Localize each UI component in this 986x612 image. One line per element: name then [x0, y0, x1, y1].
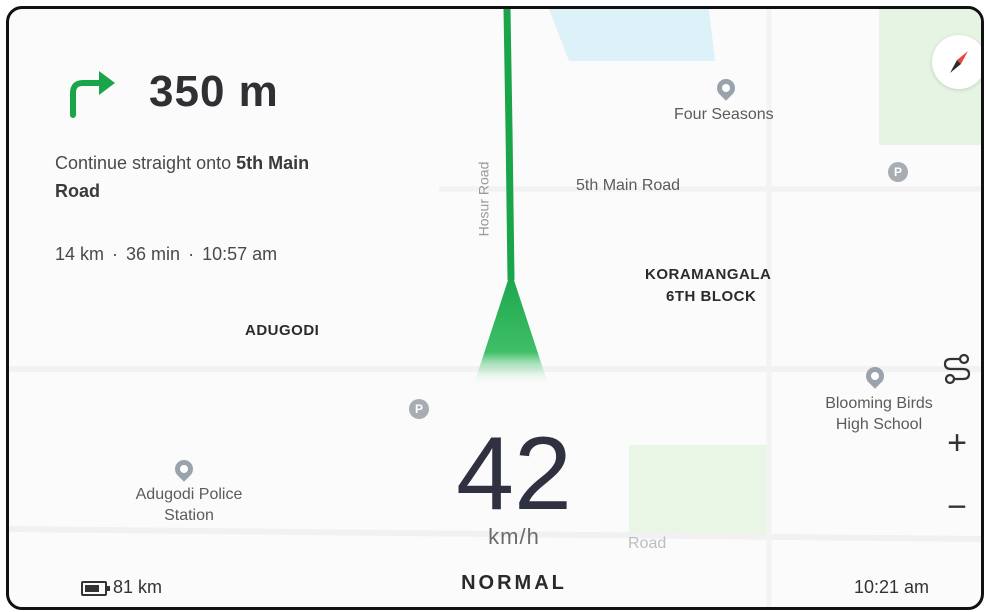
instruction-text: Continue straight onto	[55, 153, 237, 173]
street-road: Road	[628, 535, 667, 552]
street-5th-main-road: 5th Main Road	[576, 177, 681, 194]
navigation-screen: Four Seasons P 5th Main Road Hosur Road …	[6, 6, 984, 610]
poi-adugodi-police-line1[interactable]: Adugodi Police	[115, 486, 263, 504]
speed-value: 42	[456, 416, 572, 532]
parking-icon[interactable]: P	[409, 399, 429, 419]
battery-range-value: 81 km	[113, 577, 163, 597]
remaining-distance: 14 km	[55, 244, 105, 264]
remaining-duration: 36 min	[126, 244, 181, 264]
separator: ·	[188, 244, 195, 264]
street-hosur-road: Hosur Road	[475, 161, 492, 237]
parking-icon[interactable]: P	[888, 162, 908, 182]
clock: 10:21 am	[854, 577, 930, 597]
poi-adugodi-police-line2[interactable]: Station	[115, 507, 263, 525]
zoom-in-button[interactable]: +	[939, 425, 975, 461]
area-6th-block: 6TH BLOCK	[666, 288, 757, 305]
arrival-time: 10:57 am	[202, 244, 278, 264]
trip-summary: 14 km · 36 min · 10:57 am	[55, 244, 277, 265]
route-options-button[interactable]	[939, 351, 975, 387]
turn-distance: 350 m	[149, 67, 279, 116]
area-koramangala: KORAMANGALA	[645, 266, 772, 283]
battery-range: 81 km	[81, 577, 162, 598]
zoom-out-button[interactable]: −	[939, 489, 975, 525]
battery-icon	[81, 580, 110, 596]
separator: ·	[112, 244, 119, 264]
route-options-icon	[943, 353, 971, 385]
park-area	[629, 445, 769, 537]
poi-four-seasons[interactable]: Four Seasons	[674, 106, 774, 124]
vehicle-position-arrow	[473, 271, 549, 387]
area-adugodi: ADUGODI	[245, 322, 320, 339]
speed-unit: km/h	[488, 524, 540, 549]
ride-mode[interactable]: NORMAL	[434, 572, 594, 595]
compass-icon	[950, 51, 968, 73]
turn-right-arrow-icon	[70, 71, 115, 118]
poi-blooming-birds-line2[interactable]: High School	[809, 416, 949, 434]
compass-button[interactable]	[932, 35, 981, 89]
water-area	[549, 9, 715, 61]
poi-blooming-birds-line1[interactable]: Blooming Birds	[809, 395, 949, 413]
route-line	[503, 9, 515, 283]
turn-instruction: Continue straight onto 5th Main Road	[55, 149, 355, 205]
